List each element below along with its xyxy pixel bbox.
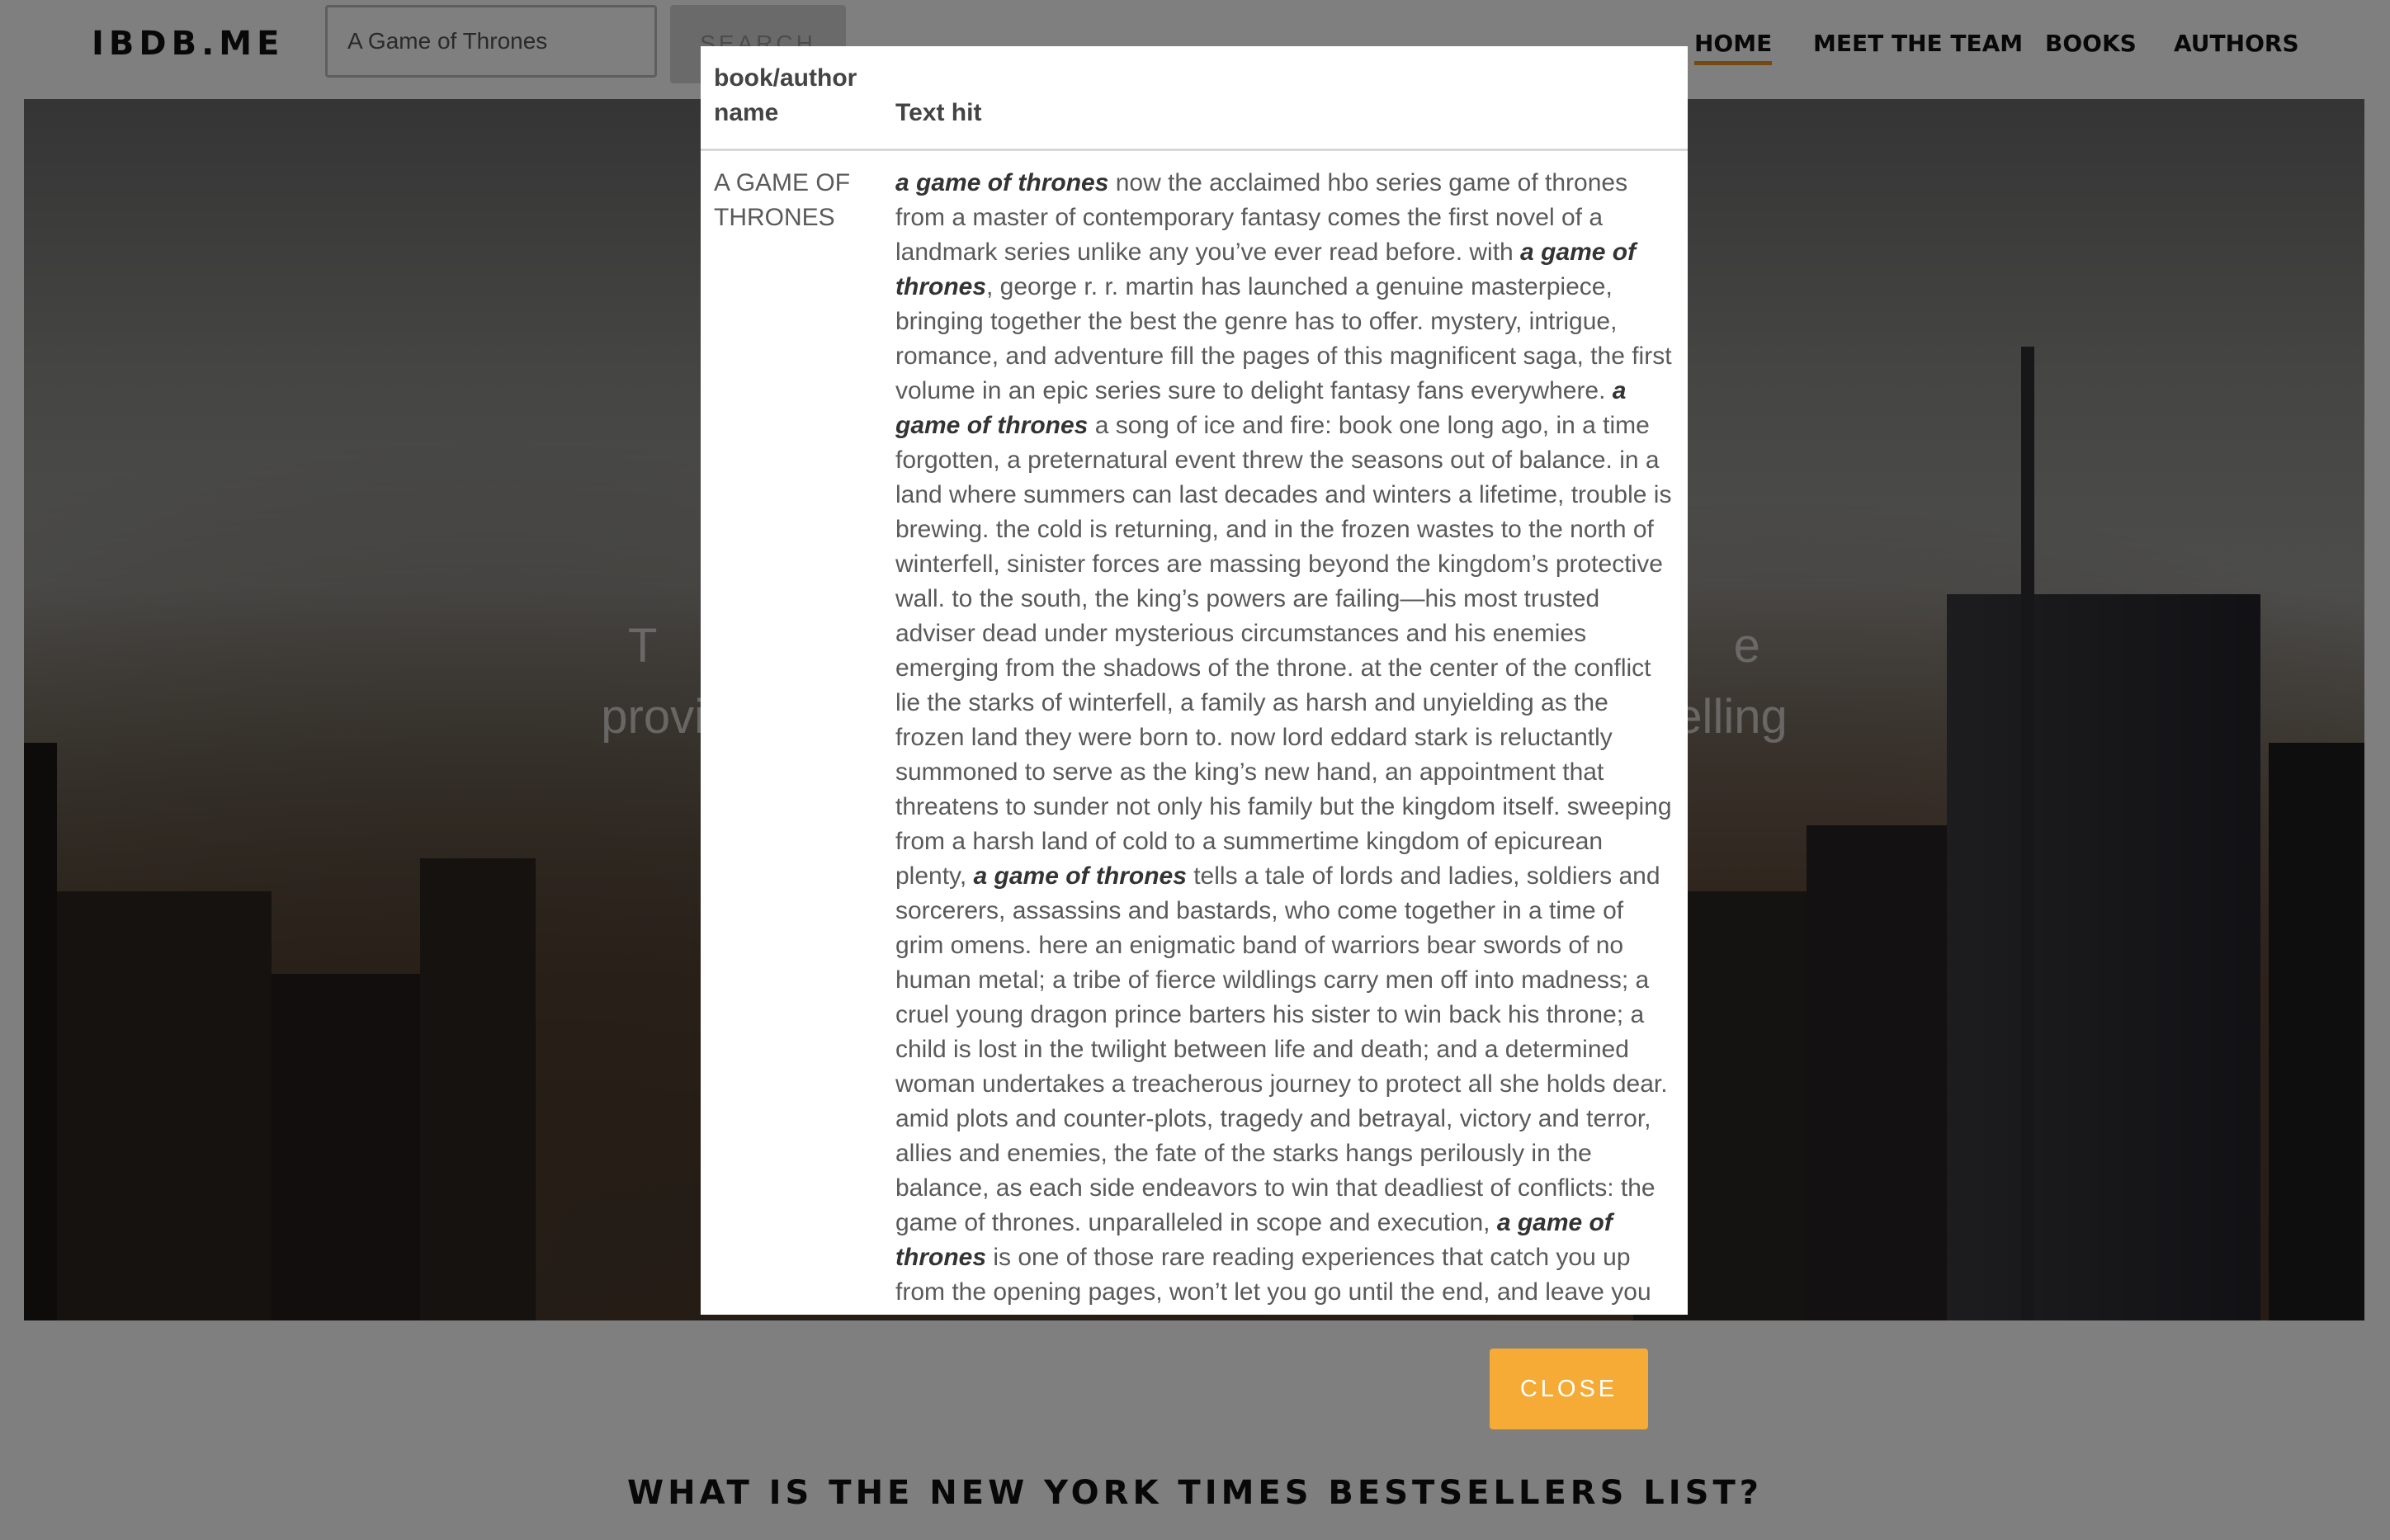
text-segment: a game of thrones <box>973 862 1187 890</box>
text-segment: tells a tale of lords and ladies, soldie… <box>895 862 1668 1236</box>
result-text-hit: a game of thrones now the acclaimed hbo … <box>882 150 1688 1315</box>
close-button[interactable]: CLOSE <box>1490 1349 1648 1429</box>
table-row: A GAME OF THRONES a game of thrones now … <box>701 150 1688 1315</box>
results-table: book/author name Text hit A GAME OF THRO… <box>701 46 1688 1315</box>
column-header-text-hit: Text hit <box>882 46 1688 151</box>
text-segment: a game of thrones <box>895 169 1109 196</box>
text-segment: , george r. r. martin has launched a gen… <box>895 273 1672 404</box>
text-segment: a song of ice and fire: book one long ag… <box>895 412 1672 890</box>
column-header-name: book/author name <box>701 46 882 151</box>
table-header-row: book/author name Text hit <box>701 46 1688 151</box>
result-name: A GAME OF THRONES <box>714 169 851 231</box>
text-segment: is one of those rare reading experiences… <box>895 1244 1651 1315</box>
search-results-modal: book/author name Text hit A GAME OF THRO… <box>701 46 1688 1315</box>
